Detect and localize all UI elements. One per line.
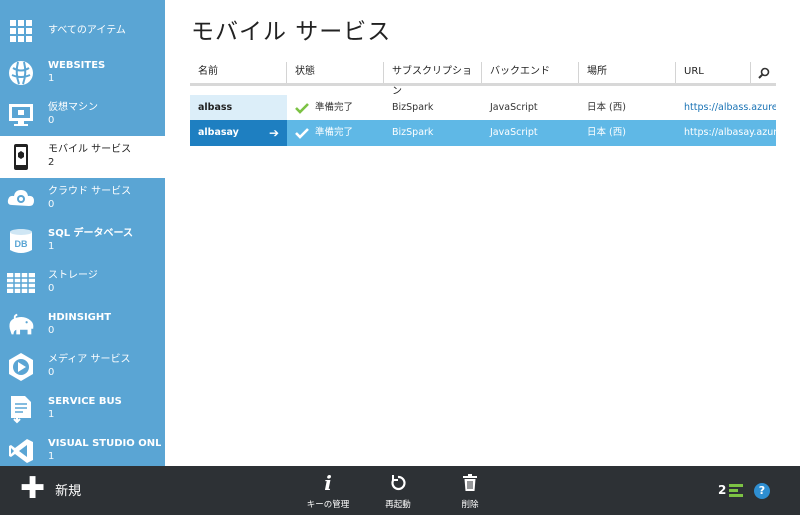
sidebar-item-service-bus[interactable]: SERVICE BUS 1 [0,388,165,430]
column-header-url[interactable]: URL [676,62,750,83]
table-row-selected[interactable]: albasay ➔ 準備完了 BizSpark JavaScript 日本 (西… [190,120,776,146]
check-icon [295,103,309,114]
sidebar-item-count: 2 [48,157,55,168]
svg-text:DB: DB [15,239,28,249]
status-text: 準備完了 [315,102,354,113]
sidebar-item-count: 0 [48,199,55,210]
sidebar-item-websites[interactable]: WEBSITES 1 [0,52,165,94]
elephant-icon [6,310,36,340]
service-name[interactable]: albass [190,95,287,121]
check-icon [295,128,309,139]
sidebar-item-label: すべてのアイテム [48,25,126,36]
page-title: モバイル サービス [191,19,392,45]
table-icon [6,268,36,298]
sidebar-item-media-services[interactable]: メディア サービス 0 [0,346,165,388]
sidebar-item-label: ストレージ [48,270,98,281]
sidebar-item-count: 1 [48,409,55,420]
location-cell: 日本 (西) [587,127,626,138]
status-text: 準備完了 [315,127,354,138]
sidebar-item-cloud-services[interactable]: クラウド サービス 0 [0,178,165,220]
sidebar-item-count: 1 [48,241,55,252]
cloud-gear-icon [6,184,36,214]
grid-icon [6,16,36,46]
database-icon: DB [6,226,36,256]
sidebar-item-count: 0 [48,325,55,336]
restart-button[interactable]: 再起動 [368,472,428,510]
sidebar-item-label: クラウド サービス [48,186,132,197]
help-icon[interactable]: ? [754,483,770,499]
mobile-icon [6,142,36,172]
url-link[interactable]: https://albass.azure... [676,95,776,121]
notifications-button[interactable]: 2 [718,483,744,497]
sidebar-item-label: メディア サービス [48,354,131,365]
restart-icon [368,472,428,494]
sidebar-item-label: モバイル サービス [48,144,132,155]
main-panel: モバイル サービス 名前 状態 サブスクリプション バックエンド 場所 URL … [165,0,800,466]
sidebar-item-count: 1 [48,73,55,84]
sidebar-item-count: 0 [48,367,55,378]
globe-icon [6,58,36,88]
sidebar-item-count: 1 [48,451,55,462]
sidebar: すべてのアイテム WEBSITES 1 仮想マシン 0 モバイル サービス 2 … [0,0,165,466]
sidebar-item-label: 仮想マシン [48,102,98,113]
location-cell: 日本 (西) [587,102,626,113]
sidebar-item-all-items[interactable]: すべてのアイテム [0,10,165,52]
sidebar-item-label: SERVICE BUS [48,396,122,407]
status-cell: 準備完了 [287,95,384,121]
new-button[interactable]: ✚ 新規 [20,471,82,506]
column-header-status[interactable]: 状態 [287,62,384,83]
sidebar-item-label: WEBSITES [48,60,106,71]
service-name[interactable]: albasay ➔ [190,120,287,146]
sidebar-item-label: VISUAL STUDIO ONLINE [48,438,161,449]
arrow-right-icon[interactable]: ➔ [269,120,279,146]
sidebar-item-count: 0 [48,115,55,126]
document-arrow-icon [6,394,36,424]
search-icon[interactable] [750,62,776,83]
sidebar-item-virtual-machines[interactable]: 仮想マシン 0 [0,94,165,136]
table-header: 名前 状態 サブスクリプション バックエンド 場所 URL [190,62,776,97]
monitor-icon [6,100,36,130]
backend-cell: JavaScript [490,127,538,138]
subscription-cell: BizSpark [392,127,434,138]
play-icon [6,352,36,382]
delete-label: 削除 [461,500,479,510]
table-row[interactable]: albass 準備完了 BizSpark JavaScript 日本 (西) h… [190,95,776,121]
sidebar-item-storage[interactable]: ストレージ 0 [0,262,165,304]
subscription-cell: BizSpark [392,102,434,113]
visual-studio-icon [6,436,36,466]
url-link[interactable]: https://albasay.azur... [676,120,776,146]
status-cell: 準備完了 [287,120,384,146]
column-header-subscription[interactable]: サブスクリプション [384,62,482,97]
sidebar-item-hdinsight[interactable]: HDINSIGHT 0 [0,304,165,346]
sidebar-item-sql-database[interactable]: DB SQL データベース 1 [0,220,165,262]
backend-cell: JavaScript [490,102,538,113]
column-header-location[interactable]: 場所 [579,62,676,83]
manage-keys-label: キーの管理 [306,500,350,510]
sidebar-item-label: SQL データベース [48,228,134,239]
sidebar-item-count: 0 [48,283,55,294]
service-name-text: albasay [198,127,239,138]
sidebar-item-mobile-services[interactable]: モバイル サービス 2 [0,136,165,178]
delete-button[interactable]: 削除 [440,472,500,510]
sidebar-item-label: HDINSIGHT [48,312,112,323]
restart-label: 再起動 [385,500,411,510]
column-header-name[interactable]: 名前 [190,62,287,83]
manage-keys-button[interactable]: i キーの管理 [298,472,358,510]
trash-icon [440,472,500,494]
notifications-icon [729,484,744,497]
plus-icon: ✚ [20,471,46,506]
new-label: 新規 [55,483,82,499]
command-bar: ✚ 新規 i キーの管理 再起動 削除 2 ? [0,466,800,515]
info-icon: i [324,471,332,495]
column-header-backend[interactable]: バックエンド [482,62,579,83]
notification-count: 2 [718,483,727,497]
sidebar-item-visual-studio-online[interactable]: VISUAL STUDIO ONLINE 1 [0,430,165,466]
